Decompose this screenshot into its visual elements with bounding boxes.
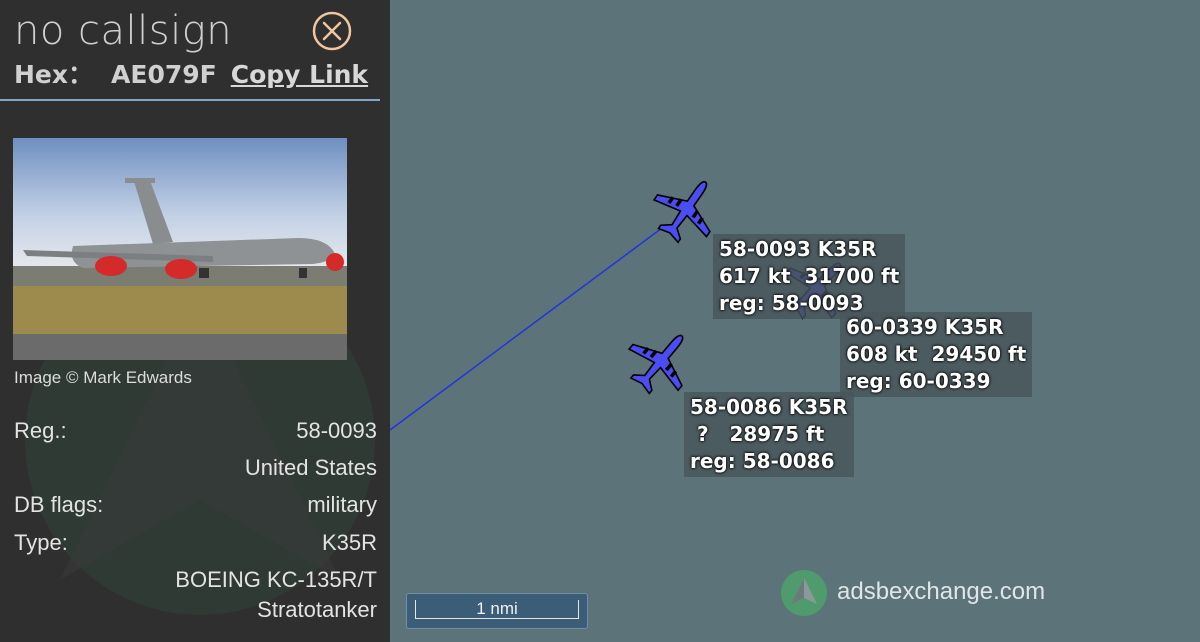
detail-label: Reg.:	[14, 418, 67, 443]
aircraft-icon[interactable]	[620, 322, 700, 402]
aircraft-label[interactable]: 58-0086 K35R ? 28975 ft reg: 58-0086	[684, 392, 854, 477]
detail-label: DB flags:	[14, 492, 104, 517]
detail-value: United States	[244, 455, 377, 480]
adsbexchange-logo	[781, 570, 827, 616]
hex-row: Hex： AE079F Copy Link	[14, 55, 368, 91]
aircraft-label[interactable]: 60-0339 K35R 608 kt 29450 ft reg: 60-0339	[840, 312, 1033, 397]
label-line-reg: reg: 58-0086	[690, 449, 835, 473]
divider	[0, 99, 380, 101]
brand-name: adsbexchange.com	[837, 578, 1046, 605]
detail-value: 58-0093	[296, 418, 377, 443]
scale-bar: 1 nmi	[406, 593, 588, 629]
callsign-title: no callsign	[14, 8, 233, 54]
brand-watermark: adsbexchange.com	[781, 570, 1061, 616]
scale-label: 1 nmi	[476, 599, 518, 618]
label-line-callsign: 60-0339 K35R	[846, 315, 1004, 339]
label-line-callsign: 58-0093 K35R	[719, 237, 877, 261]
label-line-speed-alt: 608 kt 29450 ft	[846, 342, 1027, 366]
image-credit: Image © Mark Edwards	[14, 368, 192, 387]
aircraft-info-panel: no callsign Hex：AE079FCopy Link Image	[0, 0, 390, 642]
hex-value: AE079F	[111, 60, 217, 89]
detail-value: Stratotanker	[257, 597, 377, 622]
detail-value: BOEING KC-135R/T	[175, 567, 377, 592]
label-line-callsign: 58-0086 K35R	[690, 395, 848, 419]
hex-label: Hex：	[14, 60, 94, 89]
detail-label: Type:	[14, 530, 68, 555]
label-line-reg: reg: 60-0339	[846, 369, 991, 393]
detail-value: military	[307, 492, 377, 517]
copy-link-button[interactable]: Copy Link	[231, 60, 368, 89]
aircraft-photo[interactable]	[13, 138, 347, 360]
close-icon[interactable]	[312, 11, 352, 51]
label-line-speed-alt: 617 kt 31700 ft	[719, 264, 900, 288]
aircraft-label[interactable]: 58-0093 K35R 617 kt 31700 ft reg: 58-0093	[713, 234, 906, 319]
label-line-speed-alt: ? 28975 ft	[690, 422, 825, 446]
detail-value: K35R	[321, 530, 377, 555]
